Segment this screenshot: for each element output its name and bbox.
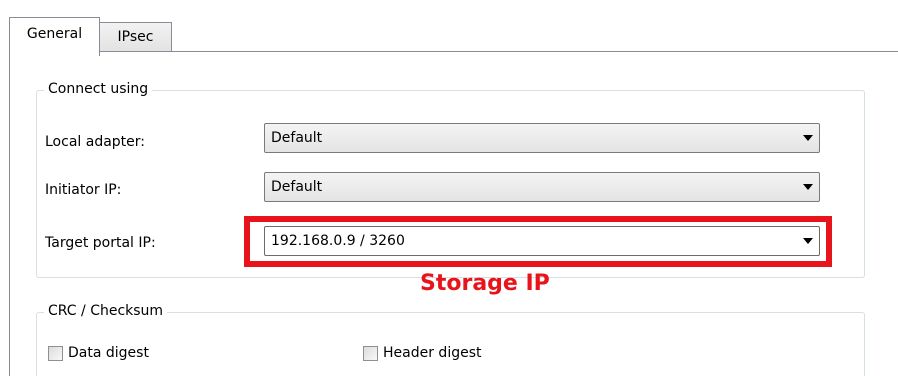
header-digest-label: Header digest [383, 345, 482, 361]
target-portal-ip-label: Target portal IP: [45, 235, 156, 251]
checkbox-box[interactable] [48, 345, 63, 361]
local-adapter-value: Default [271, 130, 323, 146]
connect-using-title: Connect using [44, 80, 153, 98]
chevron-down-icon[interactable] [797, 173, 819, 201]
crc-checksum-title: CRC / Checksum [44, 302, 168, 320]
highlight-rectangle [244, 216, 832, 267]
header-digest-checkbox[interactable]: Header digest [363, 345, 482, 361]
tab-general-label: General [26, 26, 83, 42]
initiator-ip-label: Initiator IP: [45, 182, 122, 198]
chevron-down-icon[interactable] [797, 124, 819, 152]
tab-ipsec[interactable]: IPsec [99, 22, 172, 51]
local-adapter-label: Local adapter: [45, 134, 145, 150]
initiator-ip-select[interactable]: Default [264, 172, 820, 202]
initiator-ip-value: Default [271, 179, 323, 195]
storage-ip-annotation: Storage IP [420, 271, 550, 296]
dialog-root: IPsec General Connect using Local adapte… [0, 0, 898, 376]
data-digest-checkbox[interactable]: Data digest [48, 345, 149, 361]
checkbox-box[interactable] [363, 345, 378, 361]
tab-ipsec-label: IPsec [117, 29, 154, 45]
data-digest-label: Data digest [68, 345, 149, 361]
local-adapter-select[interactable]: Default [264, 123, 820, 153]
tab-general[interactable]: General [9, 17, 100, 56]
crc-checksum-group [36, 312, 865, 376]
